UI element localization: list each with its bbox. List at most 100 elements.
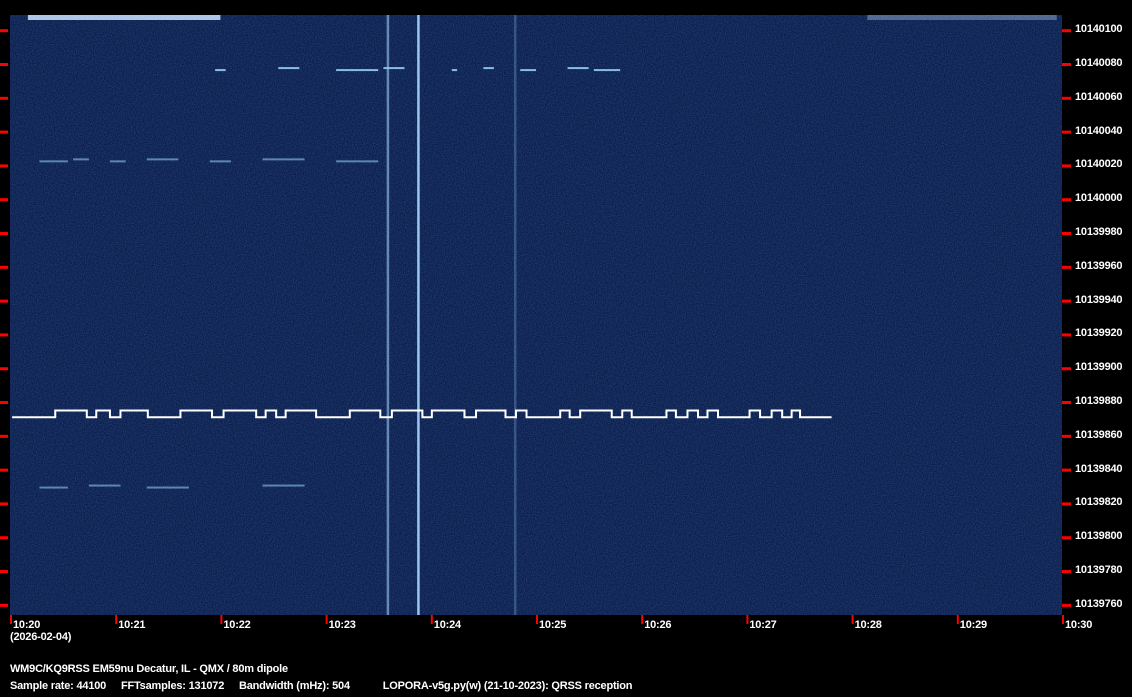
x-tick-label: 10:28 (854, 619, 882, 631)
y-tick-right (1062, 536, 1071, 540)
x-tick (536, 615, 538, 624)
y-tick-left (0, 603, 8, 607)
y-tick-label: 10139960 (1075, 259, 1123, 272)
vertical-interference-line (417, 15, 420, 615)
y-tick-label: 10139880 (1075, 395, 1123, 408)
y-tick-right (1062, 63, 1071, 67)
x-tick-label: 10:27 (749, 619, 777, 631)
y-tick-right (1062, 502, 1071, 506)
x-tick-label: 10:23 (328, 619, 356, 631)
y-tick-left (0, 536, 8, 540)
x-tick (10, 615, 12, 624)
noise-texture (10, 15, 1062, 615)
y-tick-left (0, 29, 8, 33)
weak-signal-segment (209, 160, 231, 163)
x-tick (220, 615, 223, 624)
date-label: (2026-02-04) (10, 631, 72, 643)
y-tick-right (1062, 333, 1071, 337)
y-tick-label: 10140020 (1075, 158, 1123, 171)
x-tick-label: 10:26 (644, 619, 672, 631)
y-tick-left (0, 434, 8, 438)
y-tick-left (0, 232, 8, 236)
y-tick-left (0, 130, 8, 134)
acquisition-info: Sample rate: 44100 FFTsamples: 131072 Ba… (10, 680, 644, 692)
weak-signal-segment (262, 484, 305, 487)
y-tick-label: 10139940 (1075, 293, 1123, 306)
x-tick (430, 615, 433, 624)
y-tick-left (0, 299, 8, 303)
y-tick-label: 10140040 (1075, 124, 1123, 137)
sample-rate: Sample rate: 44100 (10, 680, 107, 692)
weak-signal-segment (451, 69, 458, 72)
x-tick (746, 615, 749, 624)
weak-signal-segment (109, 160, 126, 163)
x-tick (325, 615, 328, 624)
x-tick-label: 10:25 (539, 619, 567, 631)
y-tick-left (0, 502, 8, 506)
y-tick-left (0, 265, 8, 269)
y-tick-right (1062, 232, 1071, 236)
y-tick-label: 10140080 (1075, 57, 1123, 69)
y-tick-label: 10140000 (1075, 192, 1123, 205)
y-tick-label: 10139840 (1075, 462, 1123, 475)
y-tick-label: 10140100 (1075, 23, 1123, 36)
y-tick-right (1062, 570, 1071, 574)
y-tick-label: 10139820 (1075, 496, 1123, 509)
weak-signal-segment (336, 160, 379, 163)
top-band (867, 15, 1057, 20)
program-info: LOPORA-v5g.py(w) (21-10-2023): QRSS rece… (382, 680, 633, 692)
weak-signal-segment (278, 67, 300, 70)
y-tick-right (1062, 299, 1071, 303)
y-tick-left (0, 401, 8, 405)
y-tick-right (1062, 96, 1071, 100)
weak-signal-segment (146, 486, 189, 489)
weak-signal-segment (73, 158, 89, 161)
weak-signal-segment (39, 486, 68, 489)
y-tick-right (1062, 468, 1071, 472)
y-tick-label: 10140060 (1075, 90, 1123, 103)
y-tick-right (1062, 198, 1071, 202)
y-tick-left (0, 198, 8, 202)
x-tick (851, 615, 854, 624)
top-band (27, 15, 221, 20)
y-tick-right (1062, 401, 1071, 405)
y-tick-label: 10139900 (1075, 361, 1123, 374)
y-tick-right (1062, 29, 1071, 33)
y-tick-label: 10139860 (1075, 428, 1123, 441)
y-tick-label: 10139920 (1075, 327, 1123, 340)
x-tick-label: 10:21 (118, 619, 146, 631)
weak-signal-segment (383, 67, 405, 70)
y-tick-left (0, 63, 8, 67)
spectrogram-chart (0, 15, 1071, 624)
y-tick-right (1062, 130, 1071, 134)
y-tick-left (0, 333, 8, 337)
y-tick-left (0, 164, 8, 168)
weak-signal-segment (520, 69, 536, 72)
x-tick-label: 10:30 (1065, 619, 1093, 631)
y-tick-right (1062, 434, 1071, 438)
weak-signal-segment (88, 484, 121, 487)
y-tick-label: 10139980 (1075, 226, 1123, 239)
y-tick-right (1062, 603, 1071, 607)
bandwidth: Bandwidth (mHz): 504 (239, 680, 350, 692)
x-tick-label: 10:22 (223, 619, 251, 631)
y-tick-left (0, 367, 8, 371)
y-tick-left (0, 96, 8, 100)
y-tick-left (0, 468, 8, 472)
weak-signal-segment (567, 67, 589, 70)
y-tick-label: 10139760 (1075, 597, 1123, 610)
weak-signal-segment (39, 160, 68, 163)
x-tick (1062, 615, 1064, 624)
y-tick-right (1062, 164, 1071, 168)
y-tick-label: 10139780 (1075, 564, 1123, 577)
fft-samples: FFTsamples: 131072 (120, 680, 225, 692)
weak-signal-segment (483, 67, 494, 70)
weak-signal-segment (215, 69, 226, 72)
station-info: WM9C/KQ9RSS EM59nu Decatur, IL - QMX / 8… (10, 663, 288, 675)
y-tick-right (1062, 265, 1071, 269)
x-tick-label: 10:29 (959, 619, 987, 631)
y-tick-left (0, 570, 8, 574)
x-tick (641, 615, 644, 624)
x-tick (956, 615, 959, 624)
y-tick-right (1062, 367, 1071, 371)
